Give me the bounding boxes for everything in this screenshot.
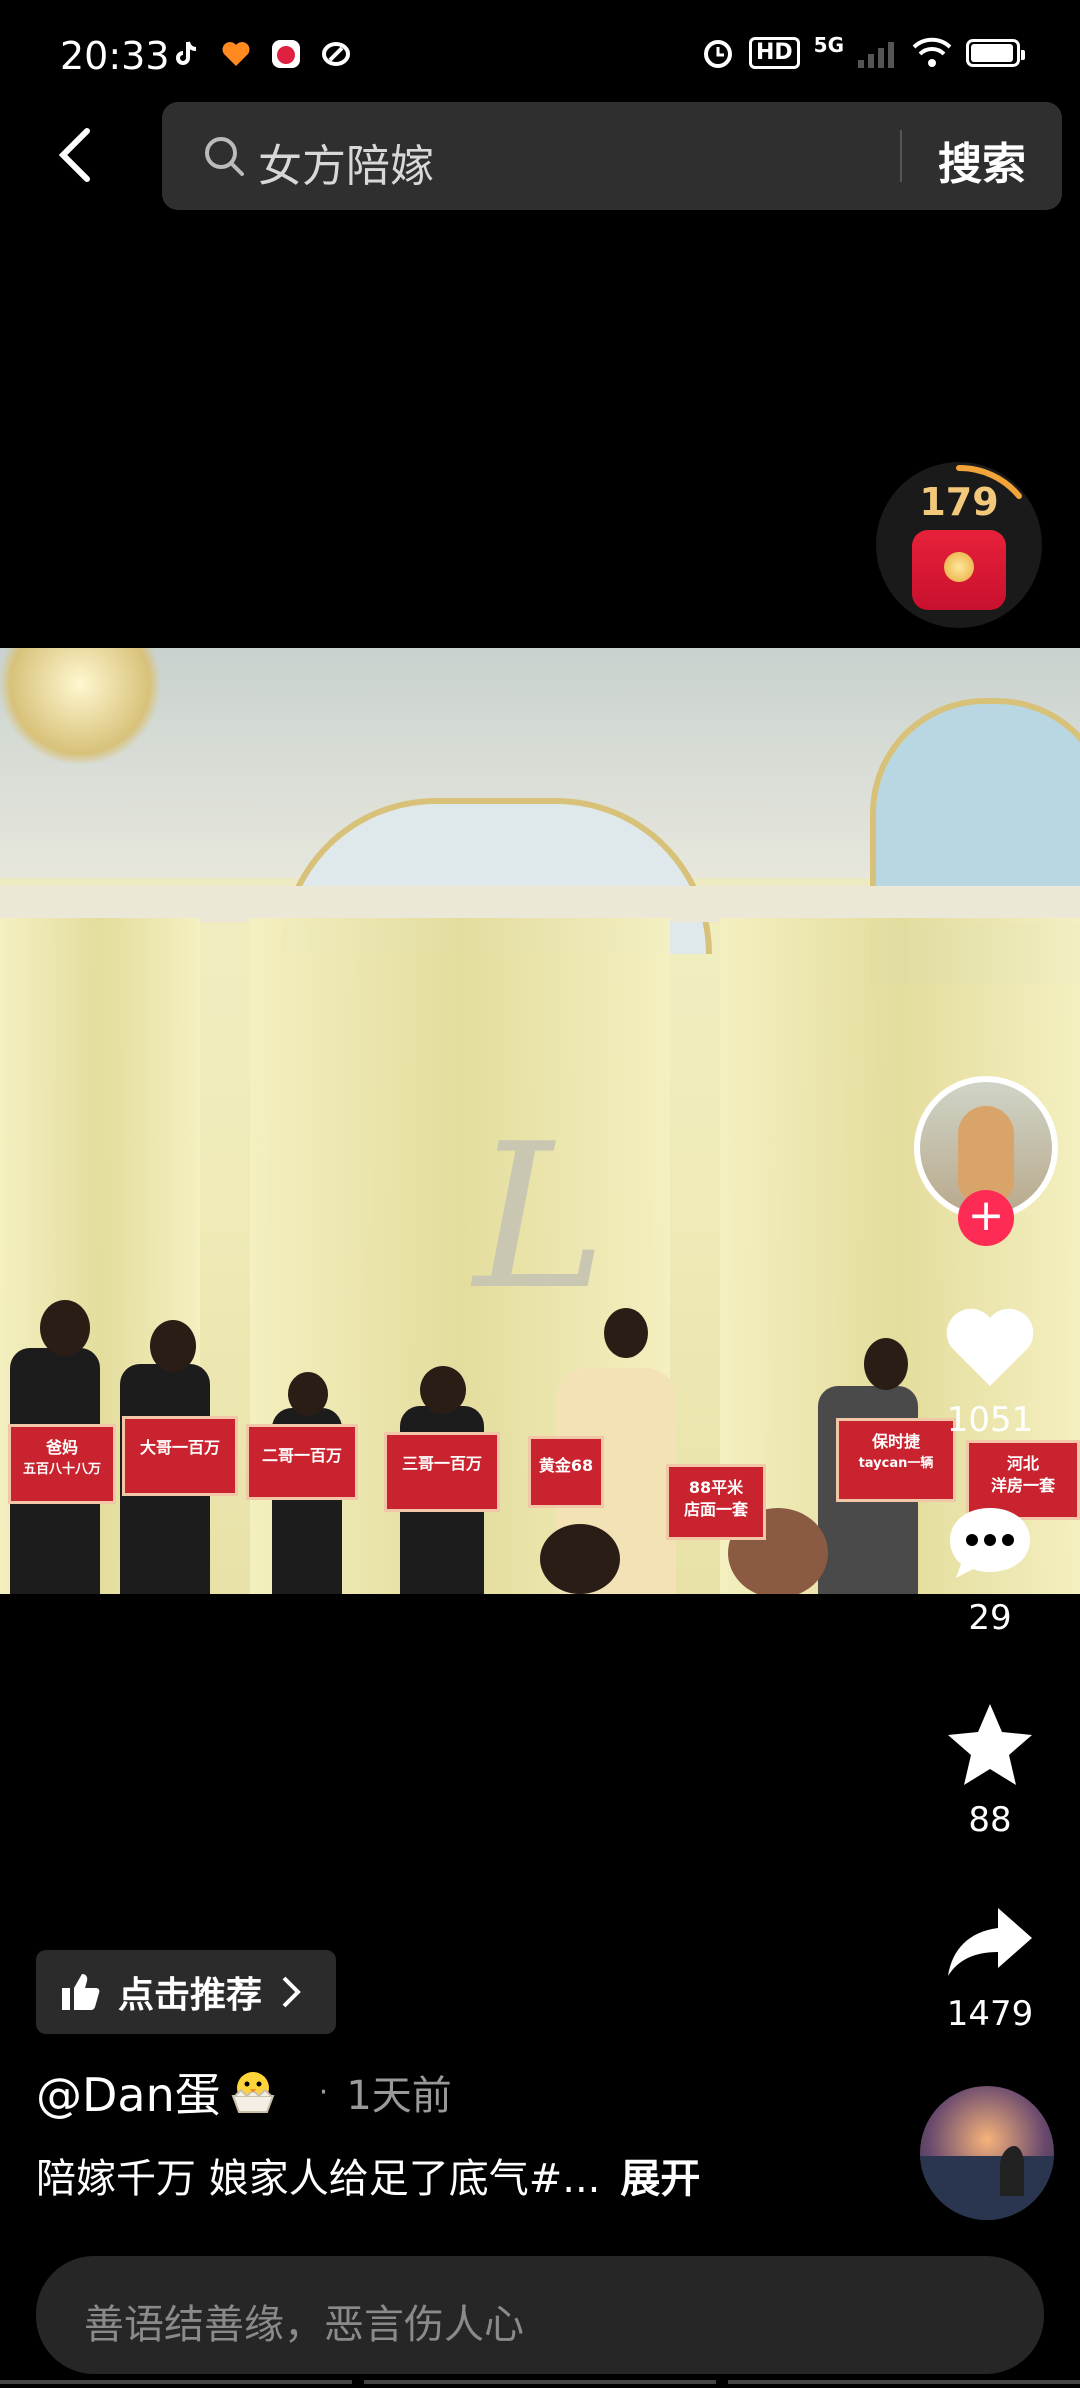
app-heart-icon <box>222 42 250 66</box>
hd-badge: HD <box>748 37 800 69</box>
search-bar[interactable]: 女方陪嫁 搜索 <box>162 102 1062 210</box>
favorite-count: 88 <box>968 1800 1012 1840</box>
search-button[interactable]: 搜索 <box>938 128 1026 192</box>
share-button[interactable]: 1479 <box>925 1890 1055 2034</box>
share-count: 1479 <box>946 1994 1034 2034</box>
heart-icon <box>946 1308 1034 1386</box>
separator-dot: · <box>318 2074 329 2110</box>
person-head <box>864 1338 908 1390</box>
red-envelope-icon <box>912 530 1006 610</box>
gift-sign: 88平米 店面一套 <box>666 1464 766 1540</box>
battery-icon <box>966 39 1025 67</box>
back-button[interactable] <box>40 120 110 190</box>
thumbs-up-icon <box>62 1974 100 2010</box>
author-row: @Dan蛋 · 1天前 <box>36 2062 452 2122</box>
favorite-button[interactable]: 88 <box>925 1696 1055 1840</box>
like-count: 1051 <box>946 1400 1034 1440</box>
progress-segment <box>364 2380 716 2384</box>
star-icon <box>948 1704 1032 1785</box>
caption: 陪嫁千万 娘家人给足了底气#... 展开 <box>36 2146 700 2204</box>
5g-signal-icon: 5G <box>813 33 844 57</box>
gift-sign: 爸妈 五百八十八万 <box>8 1424 116 1504</box>
alarm-icon <box>703 40 732 68</box>
expand-link[interactable]: 展开 <box>620 2156 700 2202</box>
search-divider <box>900 130 902 182</box>
gift-sign: 大哥一百万 <box>122 1416 238 1496</box>
progress-segment <box>0 2380 352 2384</box>
person-head <box>150 1320 196 1372</box>
status-right-icons: HD 5G <box>701 33 1025 70</box>
person-head <box>40 1300 90 1356</box>
comment-icon <box>950 1508 1030 1578</box>
sign-text: taycan一辆 <box>858 1456 934 1471</box>
video-progress[interactable] <box>0 2380 1080 2384</box>
status-left-icons <box>170 38 352 70</box>
music-disc[interactable] <box>920 2086 1054 2220</box>
sign-text: 爸妈 <box>45 1438 78 1457</box>
sign-text: 三哥一百万 <box>401 1454 482 1473</box>
comment-placeholder: 善语结善缘，恶言伤人心 <box>84 2302 524 2348</box>
audience-head <box>540 1524 620 1594</box>
link-icon <box>322 42 350 66</box>
wifi-icon <box>912 37 952 67</box>
video-ledge <box>0 886 1080 922</box>
sign-text: 店面一套 <box>683 1500 748 1519</box>
follow-button[interactable]: + <box>958 1190 1014 1246</box>
person-head <box>420 1366 466 1414</box>
status-bar: 20:33 HD 5G <box>0 0 1080 110</box>
sign-text: 河北 <box>1006 1454 1039 1473</box>
search-icon <box>205 137 244 176</box>
sunset-thumbnail-icon <box>920 2146 1054 2220</box>
signal-icon <box>858 42 894 68</box>
share-arrow-icon <box>948 1908 1032 1976</box>
comment-input[interactable]: 善语结善缘，恶言伤人心 <box>36 2256 1044 2374</box>
author-name[interactable]: @Dan蛋 <box>36 2059 221 2125</box>
post-time: 1天前 <box>346 2073 452 2119</box>
sign-text: 大哥一百万 <box>139 1438 220 1457</box>
person-head <box>604 1308 648 1358</box>
comment-count: 29 <box>968 1598 1012 1638</box>
chevron-right-icon <box>282 1976 301 2008</box>
recommend-label: 点击推荐 <box>118 1975 263 2016</box>
status-time: 20:33 <box>60 34 170 78</box>
sign-text: 五百八十八万 <box>22 1462 101 1477</box>
gift-sign: 三哥一百万 <box>384 1432 500 1512</box>
sign-text: 88平米 <box>688 1478 744 1497</box>
sign-text: 二哥一百万 <box>261 1446 342 1465</box>
red-packet-widget[interactable]: 179 <box>876 462 1042 628</box>
caption-text: 陪嫁千万 娘家人给足了底气#... <box>36 2156 601 2202</box>
tiktok-icon <box>176 41 197 65</box>
red-packet-count: 179 <box>919 480 999 524</box>
gift-sign: 黄金68 <box>528 1436 604 1508</box>
sign-text: 黄金68 <box>538 1456 594 1475</box>
app-red-icon <box>272 40 300 68</box>
like-button[interactable]: 1051 <box>925 1296 1055 1440</box>
chick-emoji-icon <box>231 2072 275 2113</box>
chevron-left-icon <box>58 128 90 182</box>
gift-sign: 二哥一百万 <box>246 1424 358 1500</box>
search-input[interactable]: 女方陪嫁 <box>258 130 434 194</box>
person-head <box>288 1372 328 1416</box>
progress-segment <box>728 2380 1080 2384</box>
video-chandelier <box>0 648 160 768</box>
wedding-monogram: L <box>473 1101 607 1334</box>
comment-button[interactable]: 29 <box>925 1494 1055 1638</box>
recommend-button[interactable]: 点击推荐 <box>36 1950 336 2034</box>
